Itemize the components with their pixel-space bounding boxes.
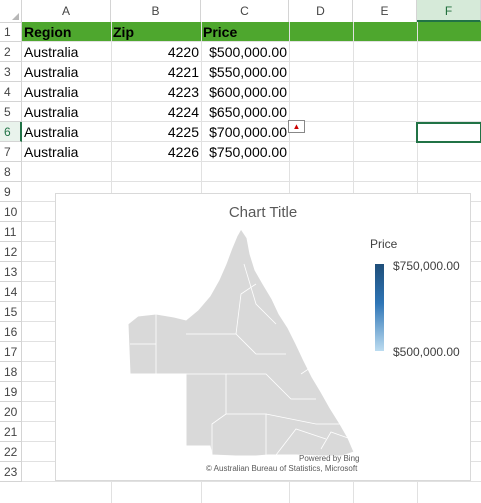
column-header-b[interactable]: B [111,0,201,22]
row-header-2[interactable]: 2 [0,42,22,62]
row-header-21[interactable]: 21 [0,422,22,442]
quick-analysis-icon[interactable]: ▲ [288,120,305,133]
cell-zip[interactable]: 4226 [111,142,201,162]
row-header-4[interactable]: 4 [0,82,22,102]
cell-price[interactable]: $650,000.00 [201,102,289,122]
row-header-20[interactable]: 20 [0,402,22,422]
row-header-19[interactable]: 19 [0,382,22,402]
cell-zip[interactable]: 4223 [111,82,201,102]
column-header-a[interactable]: A [22,0,111,22]
row-header-3[interactable]: 3 [0,62,22,82]
legend-min-label: $500,000.00 [393,345,460,359]
row-header-1[interactable]: 1 [0,22,22,42]
map-region-queensland [127,228,355,457]
map-chart[interactable]: Chart Title Price $750,000.00 $500,000.0… [55,193,471,481]
row-header-8[interactable]: 8 [0,162,22,182]
cell-zip[interactable]: 4225 [111,122,201,142]
select-all-triangle-icon [12,13,19,20]
gridline [22,181,481,182]
row-header-16[interactable]: 16 [0,322,22,342]
header-cell-region[interactable]: Region [22,22,111,42]
cell-price[interactable]: $600,000.00 [201,82,289,102]
queensland-map [127,228,355,457]
cell-price[interactable]: $550,000.00 [201,62,289,82]
select-all-corner[interactable] [0,0,22,22]
row-header-17[interactable]: 17 [0,342,22,362]
column-header-c[interactable]: C [201,0,289,22]
copyright-label: © Australian Bureau of Statistics, Micro… [206,464,358,473]
row-header-9[interactable]: 9 [0,182,22,202]
column-header-d[interactable]: D [289,0,353,22]
cell-price[interactable]: $750,000.00 [201,142,289,162]
legend-color-scale [375,264,384,351]
row-header-18[interactable]: 18 [0,362,22,382]
row-header-5[interactable]: 5 [0,102,22,122]
powered-by-label: Powered by Bing [299,454,360,463]
cell-region[interactable]: Australia [22,102,111,122]
cell-region[interactable]: Australia [22,42,111,62]
cell-region[interactable]: Australia [22,122,111,142]
row-header-12[interactable]: 12 [0,242,22,262]
cell-zip[interactable]: 4224 [111,102,201,122]
row-header-22[interactable]: 22 [0,442,22,462]
row-header-7[interactable]: 7 [0,142,22,162]
row-header-14[interactable]: 14 [0,282,22,302]
legend-max-label: $750,000.00 [393,259,460,273]
gridline [22,481,481,482]
active-cell-selection[interactable] [416,122,481,143]
cell-region[interactable]: Australia [22,62,111,82]
column-header-e[interactable]: E [353,0,417,22]
row-header-10[interactable]: 10 [0,202,22,222]
cell-zip[interactable]: 4220 [111,42,201,62]
row-header-23[interactable]: 23 [0,462,22,482]
cell-price[interactable]: $700,000.00 [201,122,289,142]
column-header-f[interactable]: F [417,0,481,22]
row-header-11[interactable]: 11 [0,222,22,242]
chart-title[interactable]: Chart Title [56,204,470,221]
row-header-6[interactable]: 6 [0,122,22,142]
cell-zip[interactable]: 4221 [111,62,201,82]
row-header-13[interactable]: 13 [0,262,22,282]
legend-title: Price [370,237,398,251]
header-cell-zip[interactable]: Zip [111,22,201,42]
column-header-row: A B C D E F [0,0,481,23]
cell-region[interactable]: Australia [22,82,111,102]
cell-price[interactable]: $500,000.00 [201,42,289,62]
header-cell-price[interactable]: Price [201,22,289,42]
cell-region[interactable]: Australia [22,142,111,162]
row-header-15[interactable]: 15 [0,302,22,322]
